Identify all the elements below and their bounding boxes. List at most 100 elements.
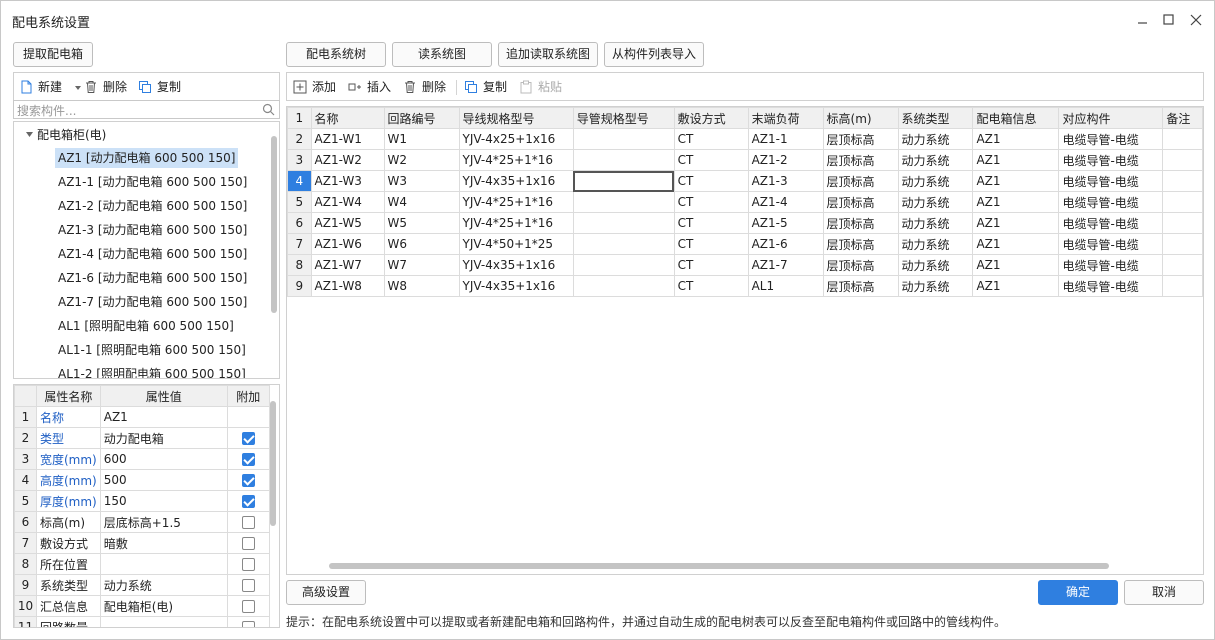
- grid-horizontal-scrollbar[interactable]: [329, 563, 1109, 569]
- advanced-settings-button[interactable]: 高级设置: [286, 580, 366, 605]
- grid-cell[interactable]: 电缆导管-电缆: [1058, 212, 1164, 234]
- delete-box-button[interactable]: 删除: [84, 79, 132, 96]
- tree-item[interactable]: AZ1-2 [动力配电箱 600 500 150]: [55, 196, 250, 216]
- property-row[interactable]: 9 系统类型 动力系统: [14, 574, 270, 596]
- table-row[interactable]: 4 AZ1-W3 W3 YJV-4x35+1x16 CT AZ1-3 层顶标高 动力系统 AZ1…: [287, 170, 1203, 192]
- grid-cell[interactable]: CT: [673, 212, 749, 234]
- grid-cell[interactable]: W6: [383, 233, 460, 255]
- property-value[interactable]: 层底标高+1.5: [99, 511, 228, 533]
- tree-item[interactable]: AZ1 [动力配电箱 600 500 150]: [55, 148, 239, 168]
- grid-cell[interactable]: [572, 149, 675, 171]
- property-value[interactable]: 150: [99, 490, 228, 512]
- property-row[interactable]: 2 类型 动力配电箱: [14, 427, 270, 449]
- grid-cell[interactable]: W4: [383, 191, 460, 213]
- grid-cell[interactable]: W2: [383, 149, 460, 171]
- table-row[interactable]: 5 AZ1-W4 W4 YJV-4*25+1*16 CT AZ1-4 层顶标高 动力系统 AZ1…: [287, 191, 1203, 213]
- property-row[interactable]: 8 所在位置: [14, 553, 270, 575]
- grid-cell[interactable]: AZ1-W7: [310, 254, 385, 276]
- grid-cell[interactable]: YJV-4*50+1*25: [458, 233, 574, 255]
- properties-scrollbar[interactable]: [270, 401, 276, 526]
- grid-cell[interactable]: YJV-4x25+1x16: [458, 128, 574, 150]
- table-row[interactable]: 3 AZ1-W2 W2 YJV-4*25+1*16 CT AZ1-2 层顶标高 动力系统 AZ1…: [287, 149, 1203, 171]
- grid-cell[interactable]: 层顶标高: [822, 233, 899, 255]
- grid-cell[interactable]: [572, 275, 675, 297]
- property-value[interactable]: 600: [99, 448, 228, 470]
- delete-circuit-button[interactable]: 删除: [403, 79, 449, 96]
- grid-cell[interactable]: 层顶标高: [822, 149, 899, 171]
- grid-cell[interactable]: W3: [383, 170, 460, 192]
- grid-cell[interactable]: AZ1: [972, 212, 1060, 234]
- grid-cell[interactable]: AZ1-7: [747, 254, 824, 276]
- tree-item[interactable]: AZ1-7 [动力配电箱 600 500 150]: [55, 292, 250, 312]
- property-value[interactable]: 暗敷: [99, 532, 228, 554]
- property-row[interactable]: 4 高度(mm) 500: [14, 469, 270, 491]
- grid-column-header[interactable]: 敷设方式: [673, 107, 749, 129]
- grid-cell[interactable]: YJV-4x35+1x16: [458, 170, 574, 192]
- grid-cell[interactable]: 动力系统: [897, 233, 974, 255]
- extra-checkbox[interactable]: [241, 537, 255, 550]
- grid-cell[interactable]: AZ1-3: [747, 170, 824, 192]
- grid-cell[interactable]: YJV-4*25+1*16: [458, 149, 574, 171]
- grid-cell[interactable]: AZ1-W8: [310, 275, 385, 297]
- grid-cell[interactable]: CT: [673, 170, 749, 192]
- row-number[interactable]: 3: [287, 149, 312, 171]
- grid-cell[interactable]: AZ1: [972, 170, 1060, 192]
- grid-cell[interactable]: AZ1: [972, 233, 1060, 255]
- distribution-tree-button[interactable]: 配电系统树: [286, 42, 386, 67]
- grid-cell[interactable]: AZ1: [972, 149, 1060, 171]
- property-row[interactable]: 1 名称 AZ1: [14, 406, 270, 428]
- extra-checkbox[interactable]: [241, 579, 255, 592]
- grid-cell[interactable]: AZ1-W3: [310, 170, 385, 192]
- property-value[interactable]: 动力配电箱: [99, 427, 228, 449]
- grid-column-header[interactable]: 导线规格型号: [458, 107, 574, 129]
- grid-cell[interactable]: [572, 128, 675, 150]
- grid-cell[interactable]: CT: [673, 191, 749, 213]
- expand-arrow-icon[interactable]: [26, 132, 33, 138]
- grid-column-header[interactable]: 标高(m): [822, 107, 899, 129]
- extra-checkbox[interactable]: [241, 474, 255, 487]
- grid-cell[interactable]: W1: [383, 128, 460, 150]
- grid-cell[interactable]: 动力系统: [897, 212, 974, 234]
- row-number[interactable]: 7: [287, 233, 312, 255]
- grid-cell[interactable]: AZ1: [972, 191, 1060, 213]
- grid-cell[interactable]: [572, 254, 675, 276]
- tree-item[interactable]: AL1 [照明配电箱 600 500 150]: [55, 316, 237, 336]
- table-row[interactable]: 8 AZ1-W7 W7 YJV-4x35+1x16 CT AZ1-7 层顶标高 动力系统 AZ1…: [287, 254, 1203, 276]
- property-row[interactable]: 3 宽度(mm) 600: [14, 448, 270, 470]
- grid-cell[interactable]: [1162, 149, 1203, 171]
- property-row[interactable]: 11 回路数量: [14, 616, 270, 627]
- minimize-icon[interactable]: [1134, 11, 1152, 29]
- grid-cell[interactable]: [572, 170, 675, 192]
- grid-cell[interactable]: AZ1-W5: [310, 212, 385, 234]
- grid-cell[interactable]: 动力系统: [897, 275, 974, 297]
- grid-cell[interactable]: AZ1: [972, 275, 1060, 297]
- extract-distribution-box-button[interactable]: 提取配电箱: [13, 42, 93, 67]
- row-number[interactable]: 9: [287, 275, 312, 297]
- tree-item[interactable]: AZ1-3 [动力配电箱 600 500 150]: [55, 220, 250, 240]
- property-row[interactable]: 7 敷设方式 暗敷: [14, 532, 270, 554]
- grid-cell[interactable]: CT: [673, 233, 749, 255]
- copy-circuit-button[interactable]: 复制: [464, 79, 510, 96]
- extra-checkbox[interactable]: [241, 558, 255, 571]
- grid-cell[interactable]: AZ1-W6: [310, 233, 385, 255]
- grid-cell[interactable]: W5: [383, 212, 460, 234]
- grid-cell[interactable]: 层顶标高: [822, 212, 899, 234]
- grid-cell[interactable]: AL1: [747, 275, 824, 297]
- close-icon[interactable]: [1187, 11, 1205, 29]
- import-from-list-button[interactable]: 从构件列表导入: [604, 42, 704, 67]
- extra-checkbox[interactable]: [241, 600, 255, 613]
- extra-checkbox[interactable]: [241, 516, 255, 529]
- grid-cell[interactable]: 电缆导管-电缆: [1058, 254, 1164, 276]
- grid-cell[interactable]: AZ1-1: [747, 128, 824, 150]
- grid-column-header[interactable]: 系统类型: [897, 107, 974, 129]
- property-value[interactable]: 动力系统: [99, 574, 228, 596]
- row-number[interactable]: 2: [287, 128, 312, 150]
- grid-cell[interactable]: AZ1: [972, 128, 1060, 150]
- grid-cell[interactable]: AZ1-4: [747, 191, 824, 213]
- grid-cell[interactable]: 电缆导管-电缆: [1058, 275, 1164, 297]
- grid-cell[interactable]: 电缆导管-电缆: [1058, 233, 1164, 255]
- grid-cell[interactable]: AZ1: [972, 254, 1060, 276]
- grid-column-header[interactable]: 名称: [310, 107, 385, 129]
- grid-column-header[interactable]: 备注: [1162, 107, 1203, 129]
- tree-item[interactable]: AZ1-6 [动力配电箱 600 500 150]: [55, 268, 250, 288]
